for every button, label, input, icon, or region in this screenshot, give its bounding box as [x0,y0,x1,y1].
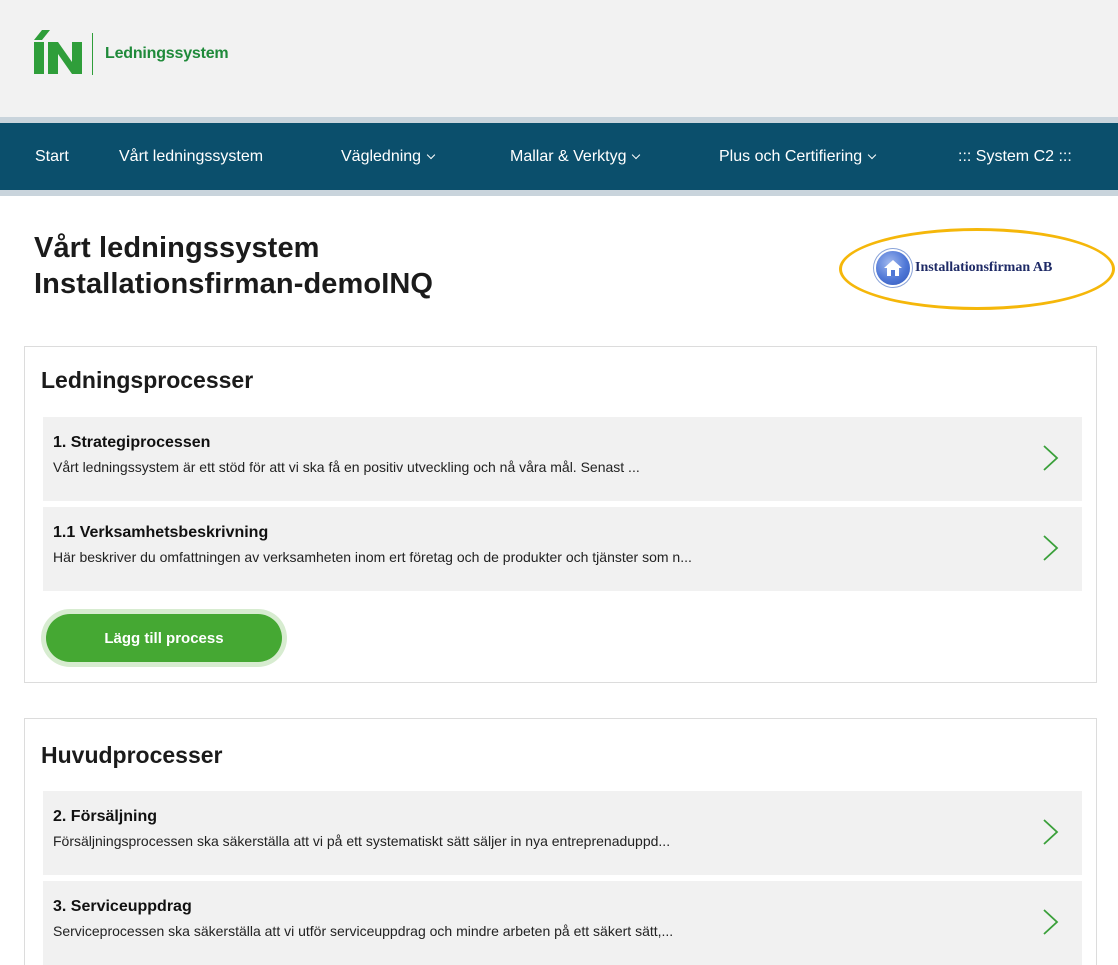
site-header: Ledningssystem [0,0,1118,117]
logo-divider [92,33,93,75]
site-logo[interactable]: Ledningssystem [34,30,229,78]
nav-item-label: Start [35,148,69,165]
chevron-down-icon [867,150,877,160]
nav-item-plus-certifiering[interactable]: Plus och Certifiering [719,123,877,190]
nav-item-vagledning[interactable]: Vägledning [341,123,436,190]
company-name: Installationsfirman AB [915,260,1053,275]
chevron-down-icon [632,150,641,160]
process-description: Här beskriver du omfattningen av verksam… [53,549,692,565]
process-title: 3. Serviceuppdrag [53,898,192,915]
in-logo-icon [34,30,82,74]
home-icon [876,251,910,285]
process-title: 2. Försäljning [53,808,158,825]
section-title: Ledningsprocesser [41,367,254,393]
process-description: Serviceprocessen ska säkerställa att vi … [53,923,674,939]
process-row[interactable]: 3. Serviceuppdrag Serviceprocessen ska s… [43,881,1082,965]
nav-item-system-c2[interactable]: ::: System C2 ::: [958,123,1072,190]
nav-item-label: ::: System C2 ::: [958,148,1072,165]
nav-item-start[interactable]: Start [35,123,69,190]
process-row[interactable]: 1. Strategiprocessen Vårt ledningssystem… [43,417,1082,501]
company-link[interactable]: Installationsfirman AB [876,251,1052,285]
section-huvudprocesser: Huvudprocesser 2. Försäljning Försäljnin… [24,718,1097,965]
section-ledningsprocesser: Ledningsprocesser 1. Strategiprocessen V… [24,346,1097,683]
nav-item-mallar-verktyg[interactable]: Mallar & Verktyg [510,123,641,190]
nav-item-label: Vårt ledningssystem [119,148,264,165]
page-title-line1: Vårt ledningssystem [34,232,320,264]
process-title: 1. Strategiprocessen [53,434,211,451]
nav-item-label: Vägledning [341,148,422,165]
chevron-right-icon [1043,445,1059,471]
nav-item-label: Plus och Certifiering [719,148,863,165]
main-nav: Start Vårt ledningssystem Vägledning Mal… [0,117,1118,196]
chevron-down-icon [426,150,436,160]
page-title-line2: Installationsfirman-demoINQ [34,268,434,300]
logo-text: Ledningssystem [105,45,229,62]
section-title: Huvudprocesser [41,742,223,768]
process-title: 1.1 Verksamhetsbeskrivning [53,524,269,541]
chevron-right-icon [1043,819,1059,845]
process-description: Vårt ledningssystem är ett stöd för att … [53,459,640,475]
nav-item-label: Mallar & Verktyg [510,148,627,165]
process-row[interactable]: 1.1 Verksamhetsbeskrivning Här beskriver… [43,507,1082,591]
add-process-button[interactable]: Lägg till process [46,614,282,662]
page-title: Vårt ledningssystem Installationsfirman-… [34,230,433,302]
process-description: Försäljningsprocessen ska säkerställa at… [53,833,671,849]
nav-item-vart-ledningssystem[interactable]: Vårt ledningssystem [119,123,263,190]
chevron-right-icon [1043,535,1059,561]
add-process-button-focus-ring: Lägg till process [41,609,287,667]
chevron-right-icon [1043,909,1059,935]
process-row[interactable]: 2. Försäljning Försäljningsprocessen ska… [43,791,1082,875]
